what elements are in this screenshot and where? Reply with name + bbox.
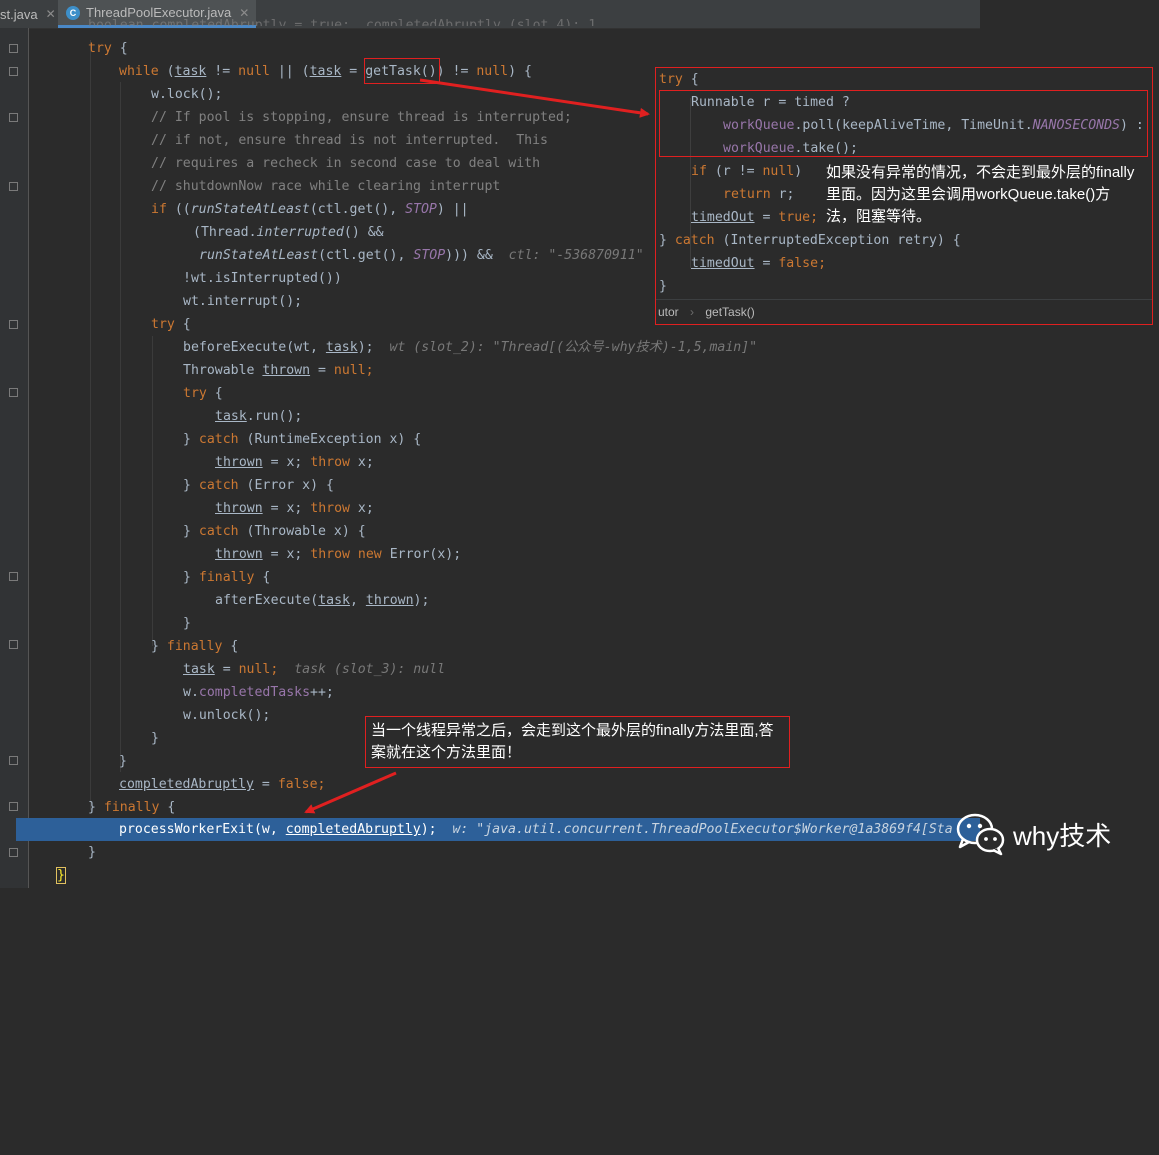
arrow-to-finally bbox=[304, 771, 397, 814]
wechat-logo-icon bbox=[955, 812, 1007, 856]
arrow-to-popup bbox=[419, 78, 650, 118]
watermark: why技术 bbox=[955, 812, 1111, 856]
watermark-text: why技术 bbox=[1013, 820, 1112, 851]
annotation-arrows bbox=[304, 78, 650, 814]
